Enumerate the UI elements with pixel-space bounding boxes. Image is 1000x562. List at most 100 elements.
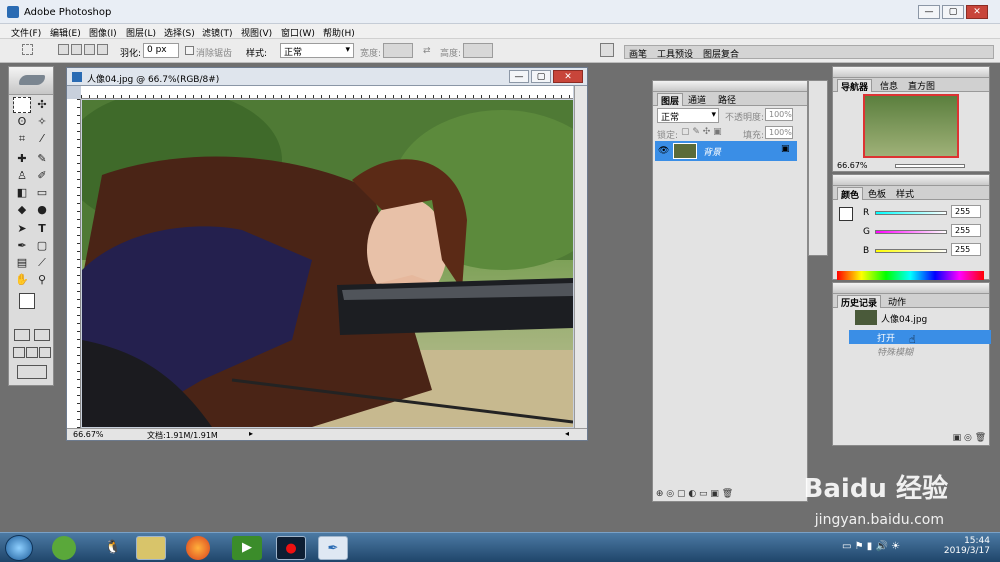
horizontal-ruler[interactable] [81,86,573,99]
history-brush-icon[interactable]: ✐ [33,168,51,184]
eye-icon[interactable]: 👁 [658,146,669,156]
screen-mode-full-menu-icon[interactable] [26,347,38,358]
magic-wand-icon[interactable]: ✧ [33,114,51,130]
qq-icon[interactable]: 🐧 [98,536,128,560]
brush-tool-icon[interactable]: ✎ [33,151,51,167]
well-tab-brushes[interactable]: 画笔 [629,47,647,60]
video-app-icon[interactable]: ▶ [232,536,262,560]
color-fg-swatch[interactable] [839,207,853,221]
minimize-button[interactable]: — [918,5,940,19]
screen-mode-full-icon[interactable] [39,347,51,358]
screen-mode-standard-icon[interactable] [13,347,25,358]
tab-histogram[interactable]: 直方图 [905,79,938,92]
marquee-tool-icon[interactable] [13,97,31,113]
swap-icon[interactable]: ⇄ [423,46,431,56]
shape-tool-icon[interactable]: ▢ [33,238,51,254]
clone-stamp-icon[interactable]: ♙ [13,168,31,184]
collapsed-panel[interactable] [808,80,828,256]
menu-edit[interactable]: 编辑(E) [50,26,81,39]
well-tab-layer-comps[interactable]: 图层复合 [703,47,739,60]
clock[interactable]: 15:44 2019/3/17 [944,536,990,556]
intersect-selection-icon[interactable] [97,44,108,55]
tab-paths[interactable]: 路径 [715,93,739,106]
menu-view[interactable]: 视图(V) [241,26,272,39]
marquee-preset-icon[interactable] [22,44,33,55]
tab-actions[interactable]: 动作 [885,295,909,308]
firefox-icon[interactable] [186,536,210,560]
scroll-left-icon[interactable]: ◂ [565,429,569,438]
photoshop-taskbar-icon[interactable]: ✒ [318,536,348,560]
history-item-special-blur[interactable]: 特殊模糊 [849,344,991,358]
tab-history[interactable]: 历史记录 [837,295,882,309]
menu-filter[interactable]: 滤镜(T) [202,26,233,39]
fill-input[interactable]: 100% [765,126,793,139]
doc-maximize-button[interactable]: ▢ [531,70,551,83]
pen-tool-icon[interactable]: ✒ [13,238,31,254]
b-slider[interactable] [875,249,947,253]
r-input[interactable]: 255 [951,205,981,218]
layers-footer-icons[interactable]: ⊕ ◎ ▢ ◐ ▭ ▣ 🗑 [653,489,807,501]
navigator-titlebar[interactable] [833,67,989,78]
lasso-tool-icon[interactable]: ʘ [13,114,31,130]
zoom-readout[interactable]: 66.67% [73,430,104,439]
standard-mode-icon[interactable] [14,329,30,341]
app-360-icon[interactable] [52,536,76,560]
explorer-icon[interactable] [136,536,166,560]
document-title-bar[interactable]: 人像04.jpg @ 66.7%(RGB/8#) — ▢ ✕ [67,68,587,86]
color-spectrum[interactable] [837,271,984,280]
style-select[interactable]: 正常 ▾ [280,43,354,58]
vertical-scrollbar[interactable] [574,86,587,428]
opacity-input[interactable]: 100% [765,108,793,121]
slice-tool-icon[interactable]: ⁄ [33,131,51,147]
maximize-button[interactable]: ▢ [942,5,964,19]
menu-help[interactable]: 帮助(H) [323,26,355,39]
tab-channels[interactable]: 通道 [685,93,709,106]
tab-color[interactable]: 颜色 [837,187,864,201]
dodge-tool-icon[interactable]: ● [33,202,51,218]
crop-tool-icon[interactable]: ⌗ [13,131,31,147]
history-footer-icons[interactable]: ▣ ◎ 🗑 [833,433,989,445]
b-input[interactable]: 255 [951,243,981,256]
eraser-tool-icon[interactable]: ◧ [13,185,31,201]
menu-layer[interactable]: 图层(L) [126,26,156,39]
navigator-preview[interactable] [863,94,959,158]
hand-tool-icon[interactable]: ✋ [13,272,31,288]
move-tool-icon[interactable]: ✣ [33,97,51,113]
tab-layers[interactable]: 图层 [657,93,684,107]
recorder-icon[interactable]: ● [276,536,306,560]
r-slider[interactable] [875,211,947,215]
eyedropper-icon[interactable]: ⟋ [33,255,51,271]
history-titlebar[interactable] [833,283,989,294]
width-input[interactable] [383,43,413,58]
tray-icons[interactable]: ▭ ⚑ ▮ 🔊 ☀ [842,541,900,552]
subtract-selection-icon[interactable] [84,44,95,55]
healing-brush-icon[interactable]: ✚ [13,151,31,167]
color-titlebar[interactable] [833,175,989,186]
close-button[interactable]: ✕ [966,5,988,19]
tab-swatches[interactable]: 色板 [865,187,889,200]
g-slider[interactable] [875,230,947,234]
doc-minimize-button[interactable]: — [509,70,529,83]
doc-close-button[interactable]: ✕ [553,70,583,83]
new-selection-icon[interactable] [58,44,69,55]
well-tab-tool-presets[interactable]: 工具预设 [657,47,693,60]
layers-panel-titlebar[interactable] [653,81,807,92]
jump-to-imageready-icon[interactable] [17,365,47,379]
tab-navigator[interactable]: 导航器 [837,79,873,93]
zoom-tool-icon[interactable]: ⚲ [33,272,51,288]
type-tool-icon[interactable]: T [33,221,51,237]
status-menu-arrow-icon[interactable]: ▸ [249,429,253,438]
feather-input[interactable]: 0 px [143,43,179,58]
height-input[interactable] [463,43,493,58]
menu-file[interactable]: 文件(F) [11,26,41,39]
foreground-color-swatch[interactable] [19,293,35,309]
vertical-ruler[interactable] [67,99,81,429]
add-selection-icon[interactable] [71,44,82,55]
lock-icons[interactable]: ▢ ✎ ✣ ▣ [681,127,722,137]
start-button[interactable] [5,535,33,561]
layer-row-background[interactable]: 👁 背景 ▣ [655,141,797,161]
image-canvas[interactable] [82,100,573,427]
g-input[interactable]: 255 [951,224,981,237]
quickmask-mode-icon[interactable] [34,329,50,341]
navigator-zoom[interactable]: 66.67% [837,161,868,170]
